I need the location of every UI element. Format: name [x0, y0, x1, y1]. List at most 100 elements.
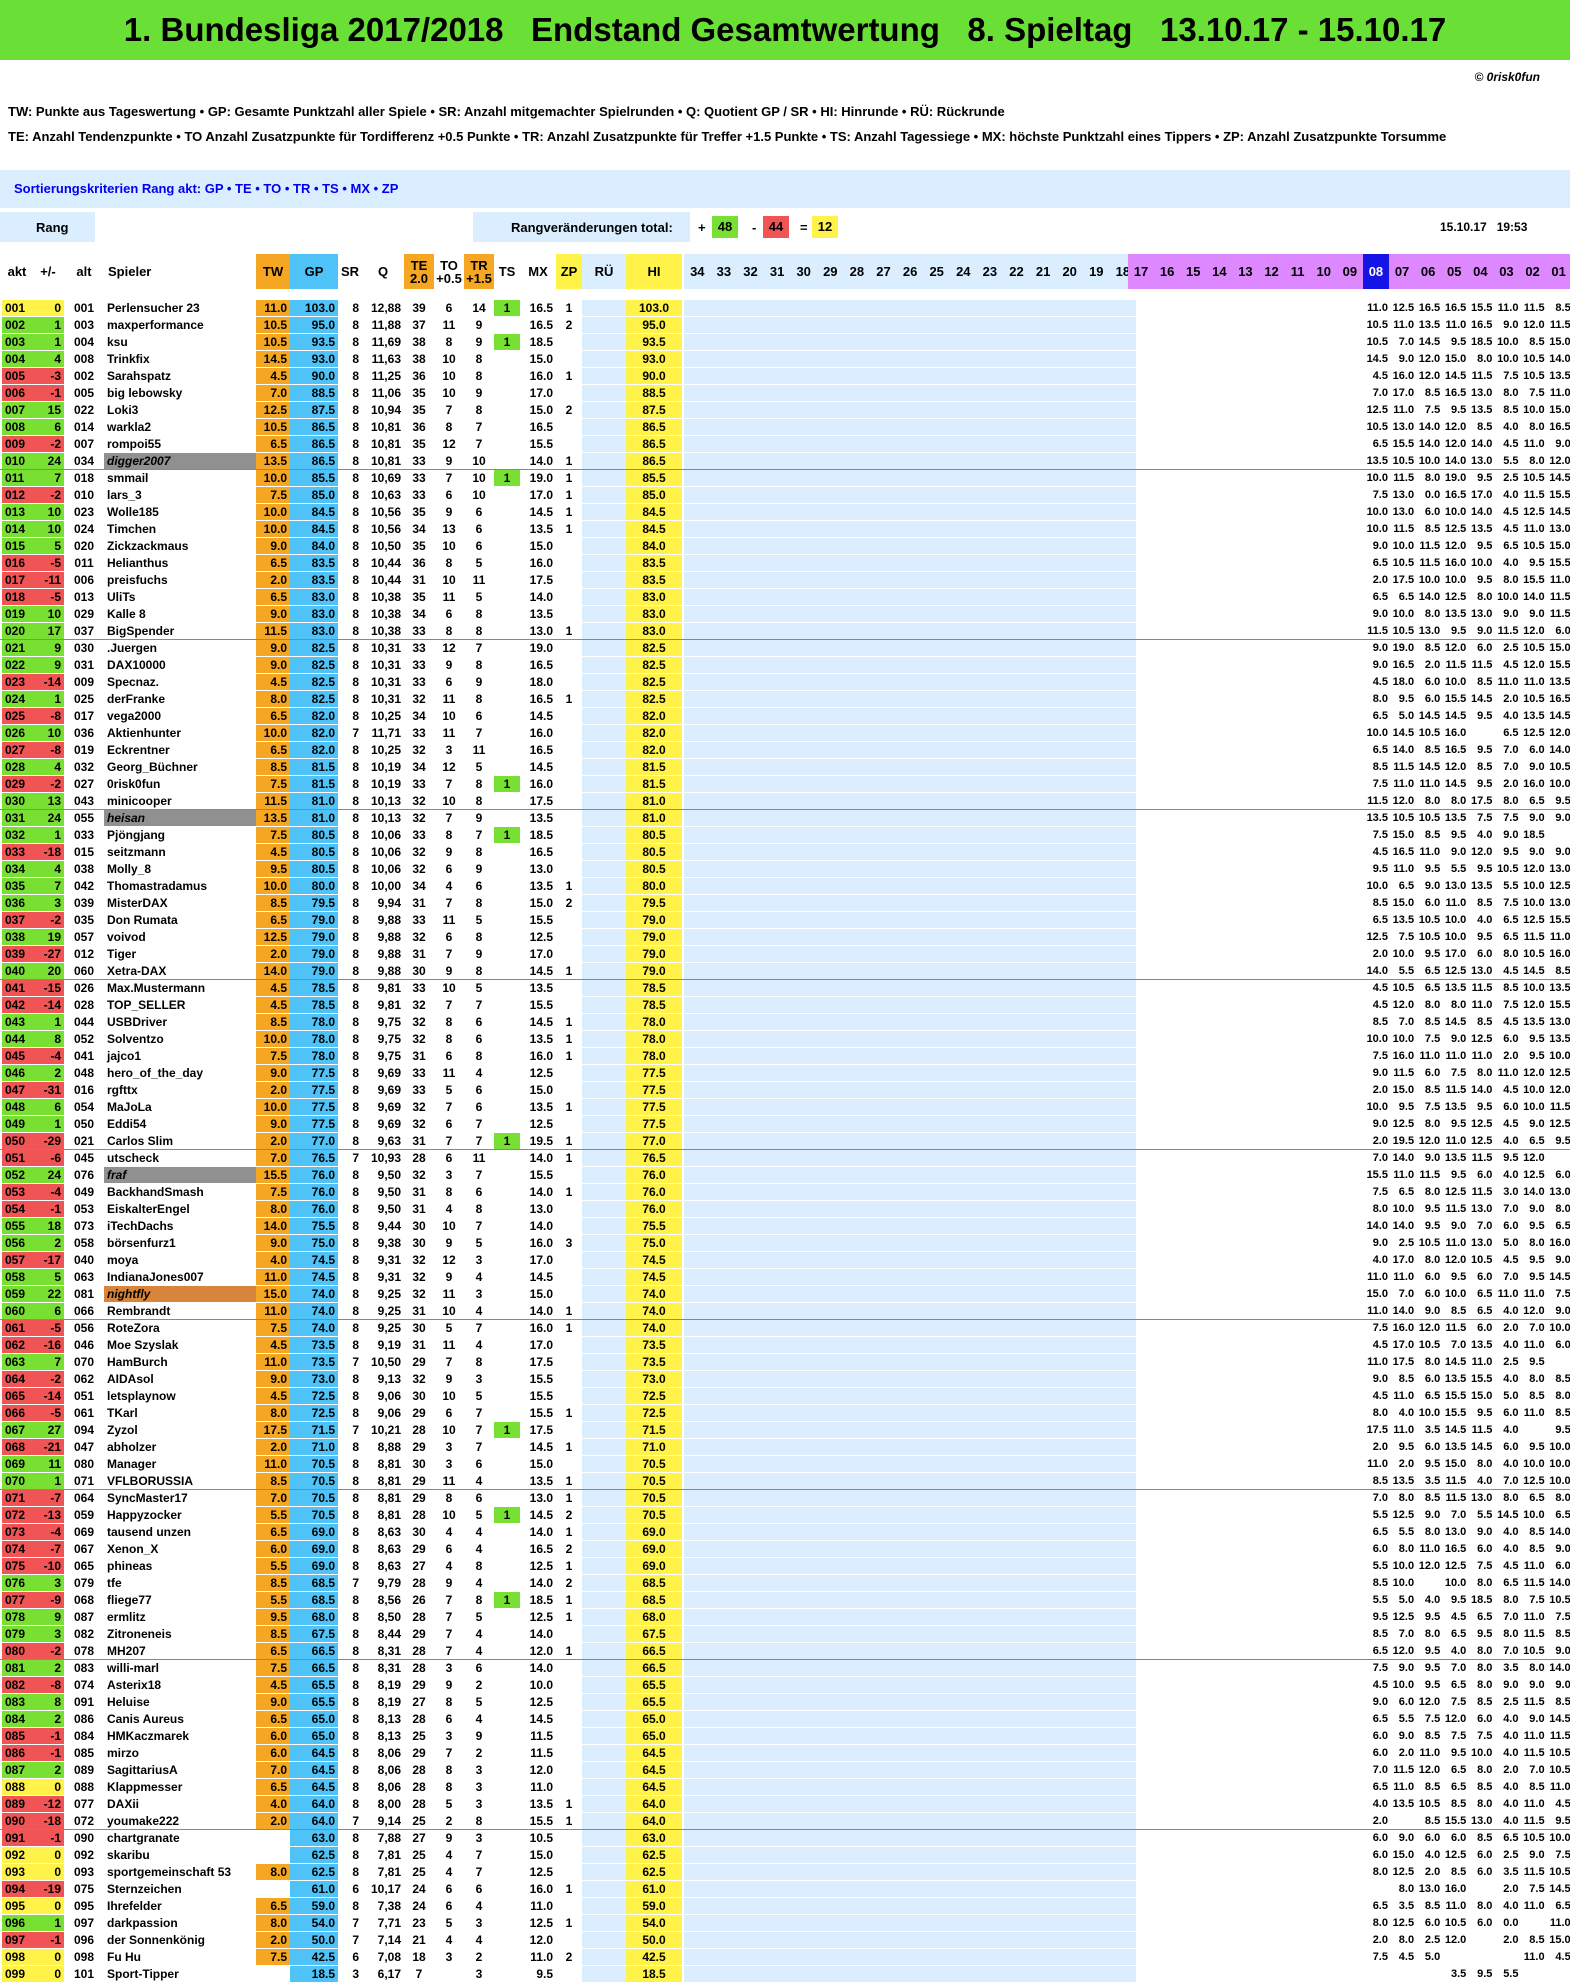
- table-row: 045 -4 041 jajco1 7.5 78.0 8 9,75 31 6 8 16.0 1 78.0 7…: [0, 1048, 1570, 1064]
- rueckrunde-cells: [684, 1320, 1137, 1336]
- cell-te: 31: [412, 896, 426, 910]
- cell-ru: [582, 487, 626, 503]
- cell-gp: 93.5: [290, 334, 338, 350]
- table-row: 060 6 066 Rembrandt 11.0 74.0 8 9,25 31 10 4 14.0 1 7…: [0, 1303, 1570, 1319]
- cell-tr: 8: [475, 658, 483, 672]
- cell-akt: 008: [2, 419, 32, 435]
- cell-tr: 4: [475, 1066, 483, 1080]
- round-score: 8.5: [1555, 302, 1570, 314]
- round-score: 6.5: [1450, 1628, 1467, 1640]
- round-score: 19.5: [1392, 1135, 1415, 1147]
- cell-tw: 2.0: [256, 572, 290, 588]
- round-score: 9.5: [1398, 1441, 1415, 1453]
- round-score: 2.5: [1503, 1849, 1519, 1861]
- cell-te: 32: [412, 1168, 426, 1182]
- cell-pm: 7: [32, 470, 64, 486]
- table-row: 007 15 022 Loki3 12.5 87.5 8 10,94 35 7 8 15.0 2 87.5…: [0, 402, 1570, 418]
- rueckrunde-cells: [684, 1388, 1137, 1404]
- cell-akt: 081: [2, 1660, 32, 1676]
- cell-akt: 064: [2, 1371, 32, 1387]
- round-score: 9.0: [1372, 1373, 1388, 1385]
- round-score: 11.0: [1419, 1747, 1441, 1759]
- cell-alt: 028: [73, 998, 95, 1012]
- cell-akt: 011: [2, 470, 32, 486]
- round-score: 15.5: [1366, 1169, 1388, 1181]
- cell-q: 12,88: [370, 301, 401, 315]
- round-score: 6.0: [1424, 1441, 1441, 1453]
- round-score: 4.0: [1424, 1849, 1441, 1861]
- cell-hi: 74.0: [626, 1303, 682, 1319]
- cell-ts: [494, 878, 520, 894]
- round-score: 9.5: [1450, 1169, 1467, 1181]
- cell-gp: 81.5: [290, 776, 338, 792]
- round-score: 11.0: [1367, 1356, 1388, 1368]
- cell-pm: 1: [32, 334, 64, 350]
- cell-to: 8: [445, 624, 453, 638]
- cell-to: [434, 1966, 464, 1982]
- cell-ru: [582, 1116, 626, 1132]
- cell-hi: 77.5: [626, 1099, 682, 1115]
- cell-alt: 024: [73, 522, 95, 536]
- cell-spieler: MH207: [107, 1644, 146, 1658]
- cell-zp: [556, 1252, 582, 1268]
- cell-ru: [582, 1966, 626, 1982]
- round-score: 2.0: [1372, 1135, 1388, 1147]
- table-row: 064 -2 062 AIDAsol 9.0 73.0 8 9,13 32 9 3 15.5 73.0 9…: [0, 1371, 1570, 1387]
- cell-tw: 9.0: [256, 1235, 290, 1251]
- cell-q: 7,88: [377, 1831, 401, 1845]
- cell-tw: 9.0: [256, 657, 290, 673]
- cell-tr: 4: [475, 1304, 483, 1318]
- cell-to: 8: [445, 420, 453, 434]
- cell-zp: [556, 538, 582, 554]
- cell-alt: 001: [73, 301, 95, 315]
- cell-ts: [494, 623, 520, 639]
- cell-gp: 82.5: [290, 640, 338, 656]
- round-score: 5.0: [1503, 1237, 1519, 1249]
- cell-q: 10,81: [370, 420, 401, 434]
- cell-tr: 6: [475, 1661, 483, 1675]
- round-score: 9.5: [1477, 540, 1493, 552]
- cell-mx: 19.5: [529, 1134, 553, 1148]
- cell-ru: [582, 1609, 626, 1625]
- cell-te: 33: [412, 981, 426, 995]
- round-score: 10.0: [1366, 523, 1388, 535]
- round-score: 12.0: [1549, 1084, 1570, 1096]
- cell-mx: 14.0: [529, 1185, 553, 1199]
- cell-ru: [582, 1201, 626, 1217]
- round-score: [1467, 725, 1493, 741]
- cell-ru: [582, 1235, 626, 1251]
- cell-gp: 74.0: [290, 1286, 338, 1302]
- cell-alt: 065: [73, 1559, 95, 1573]
- cell-alt: 037: [73, 624, 95, 638]
- cell-q: 8,06: [377, 1746, 401, 1760]
- cell-ts: 1: [494, 1422, 520, 1438]
- cell-ru: [582, 1473, 626, 1489]
- round-score: 11.0: [1393, 404, 1415, 416]
- round-score: 10.0: [1444, 506, 1467, 518]
- cell-ts: 1: [494, 1592, 520, 1608]
- cell-to: 7: [445, 1134, 453, 1148]
- round-score: 6.5: [1372, 1781, 1388, 1793]
- round-score: 8.0: [1424, 1356, 1441, 1368]
- cell-ts: [494, 487, 520, 503]
- cell-te: 24: [412, 1899, 426, 1913]
- cell-q: 9,81: [377, 981, 401, 995]
- cell-spieler: utscheck: [107, 1151, 160, 1165]
- cell-mx: 15.5: [529, 1168, 553, 1182]
- cell-sr: 7: [352, 1814, 359, 1828]
- cell-spieler: der Sonnenkönig: [107, 1933, 206, 1947]
- cell-hi: 66.5: [626, 1643, 682, 1659]
- cell-tw: 7.0: [256, 1150, 290, 1166]
- cell-tr: 6: [475, 1491, 483, 1505]
- cell-hi: 80.0: [626, 878, 682, 894]
- round-score: 5.5: [1503, 880, 1519, 892]
- round-score: 7.5: [1372, 1050, 1388, 1062]
- cell-zp: 1: [565, 1134, 573, 1148]
- cell-sr: 8: [352, 1389, 359, 1403]
- round-score: 15.0: [1366, 1288, 1388, 1300]
- cell-sr: 8: [352, 1457, 359, 1471]
- cell-sr: 8: [352, 913, 359, 927]
- round-score: 9.5: [1450, 1594, 1467, 1606]
- round-score: [1389, 1966, 1415, 1982]
- round-score: 8.5: [1424, 744, 1441, 756]
